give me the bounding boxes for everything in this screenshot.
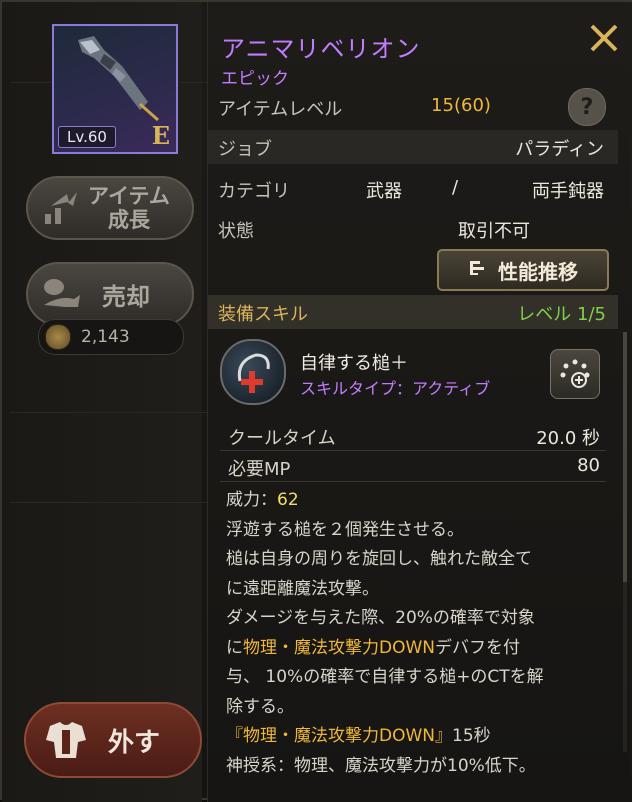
description-line: 浮遊する槌を２個発生させる。 [226, 519, 464, 540]
item-tooltip-panel: Lv.60 E アイテム 成長 売却 2,143 外す アニマリベリオン エピッ… [0, 0, 632, 802]
close-button[interactable] [586, 20, 622, 56]
power-line: 威力：62 [226, 486, 610, 516]
growth-label-line2: 成長 [107, 208, 150, 232]
left-column: Lv.60 E アイテム 成長 売却 2,143 外す [2, 2, 210, 802]
skill-name: 自律する槌＋ [300, 353, 408, 374]
item-level-badge: Lv.60 [58, 126, 116, 148]
job-label: ジョブ [218, 139, 272, 160]
help-button[interactable]: ? [568, 88, 606, 126]
item-grade: エピック [221, 69, 289, 89]
sell-icon [34, 267, 88, 321]
item-level-max: (60) [454, 95, 491, 116]
debuff-duration: 15秒 [452, 726, 491, 746]
grade-letter: E [151, 121, 170, 150]
cooltime-label: クールタイム [228, 428, 336, 449]
growth-icon [34, 181, 88, 235]
skill-level: レベル 1/5 [517, 304, 606, 325]
gold-amount: 2,143 [81, 327, 130, 347]
category-value-weapon: 武器 [366, 181, 402, 202]
divider [10, 502, 210, 503]
power-value: 62 [277, 490, 299, 510]
description-line: に遠距離魔法攻撃。 [226, 578, 379, 599]
category-label: カテゴリ [218, 181, 290, 202]
equip-skill-title: 装備スキル [218, 304, 308, 325]
mace-icon [78, 36, 159, 122]
item-icon-frame: Lv.60 E [52, 24, 178, 154]
mp-row: 必要MP 80 [220, 451, 606, 482]
mp-label: 必要MP [228, 459, 291, 480]
description-text: に [226, 637, 243, 658]
item-detail-pane: アニマリベリオン エピック アイテムレベル 15 (60) ? ジョブ パラディ… [207, 2, 632, 802]
item-name: アニマリベリオン [221, 35, 421, 63]
performance-button[interactable]: 性能推移 [437, 249, 609, 291]
close-icon [590, 24, 618, 52]
category-row: カテゴリ 武器 / 両手鈍器 [208, 172, 618, 206]
state-row: 状態 取引不可 [208, 212, 618, 246]
help-icon: ? [580, 94, 594, 120]
equip-skill-header: 装備スキル レベル 1/5 [208, 295, 618, 329]
description-line: 与、 10%の確率で自律する槌+のCTを解 [226, 667, 544, 687]
job-row: ジョブ パラディン [208, 130, 618, 164]
category-separator: / [452, 177, 459, 198]
description-line: 槌は自身の周りを旋回し、触れた敵全て [226, 549, 532, 569]
performance-icon [468, 258, 488, 283]
cooltime-row: クールタイム 20.0 秒 [220, 420, 606, 451]
gold-display: 2,143 [38, 319, 184, 355]
job-value: パラディン [515, 139, 604, 160]
description-line: に物理・魔法攻撃力DOWNデバフを付 [226, 634, 610, 664]
unequip-button[interactable]: 外す [24, 702, 202, 778]
description-line: ダメージを与えた際、20%の確率で対象 [226, 608, 535, 628]
item-level-label: アイテムレベル [218, 99, 343, 120]
mp-value: 80 [577, 455, 600, 476]
debuff-highlight: 物理・魔法攻撃力DOWN [243, 637, 435, 658]
power-label: 威力： [226, 490, 277, 510]
growth-label-line1: アイテム [88, 184, 170, 208]
scrollbar[interactable] [623, 332, 627, 752]
unequip-label: 外す [108, 727, 161, 758]
skill-type: スキルタイプ：アクティブ [300, 379, 491, 398]
description-line: 除する。 [226, 696, 294, 717]
state-label: 状態 [218, 221, 254, 242]
armor-icon [36, 710, 96, 770]
divider [10, 412, 210, 413]
skill-description: 威力：62 浮遊する槌を２個発生させる。 槌は自身の周りを旋回し、触れた敵全て … [226, 486, 610, 781]
sell-button[interactable]: 売却 [26, 262, 194, 326]
skill-detail-button[interactable] [550, 349, 600, 399]
item-level-value: 15 [431, 95, 454, 116]
item-level-row: アイテムレベル 15 (60) [208, 90, 618, 124]
description-line: 『物理・魔法攻撃力DOWN』15秒 [226, 722, 610, 752]
category-value-type: 両手鈍器 [532, 181, 604, 202]
description-line: 神授系：物理、魔法攻撃力が10%低下。 [226, 755, 536, 776]
performance-label: 性能推移 [498, 259, 578, 284]
description-text: デバフを付 [435, 637, 520, 658]
cooltime-value: 20.0 秒 [536, 428, 600, 449]
debuff-name-highlight: 『物理・魔法攻撃力DOWN』 [226, 726, 452, 746]
state-value: 取引不可 [458, 221, 530, 242]
item-growth-button[interactable]: アイテム 成長 [26, 176, 194, 240]
coin-icon [45, 324, 71, 350]
skill-icon [220, 339, 286, 405]
scrollbar-thumb[interactable] [623, 332, 627, 582]
skill-detail-icon [560, 359, 590, 388]
sell-label: 売却 [102, 282, 150, 311]
